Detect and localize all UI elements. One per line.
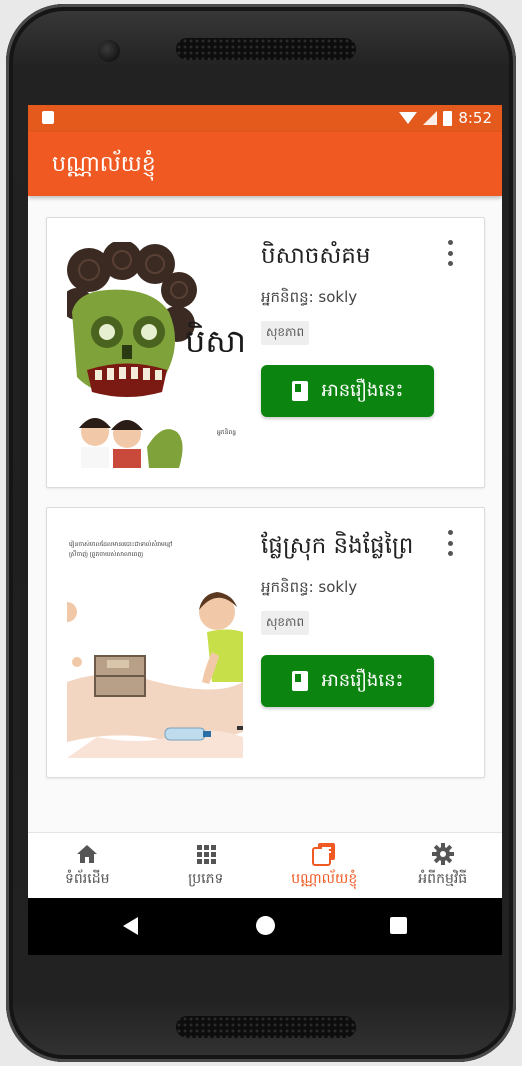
nav-label-my-library: បណ្ណាល័យខ្ញុំ bbox=[291, 871, 358, 887]
book-cover-image[interactable]: បិសា សំគ អ្នកនិពន្ធ bbox=[67, 242, 243, 468]
home-icon bbox=[76, 842, 98, 866]
cover-caption-line1: រៀនចាស់ចេលដែលមានរបោះជាទាល់សំរាមខ្មៅ bbox=[69, 540, 173, 548]
signal-icon bbox=[423, 111, 438, 125]
page-title: បណ្ណាល័យខ្ញុំ bbox=[52, 152, 156, 177]
nav-label-category: ប្រភេទ bbox=[188, 871, 224, 887]
category-badge: សុខភាព bbox=[261, 321, 310, 345]
read-button-label: អានរឿងនេះ bbox=[321, 379, 404, 401]
nav-item-category[interactable]: ប្រភេទ bbox=[147, 833, 266, 899]
book-icon bbox=[291, 381, 308, 401]
bottom-navigation: ទំព័រដើម ប្រភេទ បណ្ណាល័យខ្ញុំ អំពីកម្មវិ… bbox=[28, 832, 502, 899]
sd-card-icon bbox=[42, 111, 54, 124]
wifi-icon bbox=[399, 112, 418, 124]
book-author: អ្នកនិពន្ធ: sokly bbox=[261, 578, 358, 596]
nav-label-about: អំពីកម្មវិធី bbox=[418, 871, 468, 887]
recent-apps-icon[interactable] bbox=[390, 917, 407, 934]
book-title: ផ្លែស្រុក និងផ្លែព្រៃ bbox=[261, 533, 414, 559]
read-button-label: អានរឿងនេះ bbox=[321, 669, 404, 691]
cover-title-text: បិសា សំគ bbox=[185, 321, 243, 360]
front-camera bbox=[98, 40, 120, 62]
cover-small-text: អ្នកនិពន្ធ bbox=[217, 428, 236, 436]
back-icon[interactable] bbox=[123, 917, 138, 935]
status-time: 8:52 bbox=[458, 109, 492, 127]
gear-icon bbox=[431, 842, 454, 866]
battery-icon bbox=[443, 110, 453, 126]
book-author: អ្នកនិពន្ធ: sokly bbox=[261, 288, 358, 306]
nav-item-about[interactable]: អំពីកម្មវិធី bbox=[384, 833, 503, 899]
nav-item-home[interactable]: ទំព័រដើម bbox=[28, 833, 147, 899]
system-navigation-bar bbox=[28, 898, 502, 955]
screen: 8:52 បណ្ណាល័យខ្ញុំ បិសា អ្នកនិពន្ធ បិសាច… bbox=[28, 105, 502, 955]
read-story-button[interactable]: អានរឿងនេះ bbox=[261, 655, 434, 707]
grid-icon bbox=[196, 842, 216, 866]
book-title: បិសាចសំគម bbox=[261, 243, 371, 269]
more-options-icon[interactable] bbox=[445, 530, 455, 556]
read-story-button[interactable]: អានរឿងនេះ bbox=[261, 365, 434, 417]
book-card[interactable]: បិសា សំគ អ្នកនិពន្ធ បិសាចសំគម អ្នកនិពន្ធ… bbox=[46, 217, 485, 488]
nav-label-home: ទំព័រដើម bbox=[65, 871, 110, 887]
book-card[interactable]: រៀនចាស់ចេលដែលមានរបោះជាទាល់សំរាមខ្មៅ ស្រី… bbox=[46, 507, 485, 778]
cover-caption-line2: ស្រីចាញ់ ព្រួតចាយស់សាលាពេញ bbox=[69, 550, 143, 558]
category-badge: សុខភាព bbox=[261, 611, 310, 635]
home-button-icon[interactable] bbox=[256, 916, 275, 935]
top-speaker bbox=[176, 38, 356, 60]
book-icon bbox=[291, 671, 308, 691]
nav-item-my-library[interactable]: បណ្ណាល័យខ្ញុំ bbox=[265, 833, 384, 899]
status-bar: 8:52 bbox=[28, 105, 502, 132]
bottom-speaker bbox=[176, 1016, 356, 1038]
book-cover-image[interactable]: រៀនចាស់ចេលដែលមានរបោះជាទាល់សំរាមខ្មៅ ស្រី… bbox=[67, 532, 243, 758]
library-icon bbox=[312, 842, 336, 866]
phone-frame: 8:52 បណ្ណាល័យខ្ញុំ បិសា អ្នកនិពន្ធ បិសាច… bbox=[6, 4, 516, 1062]
app-bar: បណ្ណាល័យខ្ញុំ bbox=[28, 132, 502, 196]
more-options-icon[interactable] bbox=[445, 240, 455, 266]
